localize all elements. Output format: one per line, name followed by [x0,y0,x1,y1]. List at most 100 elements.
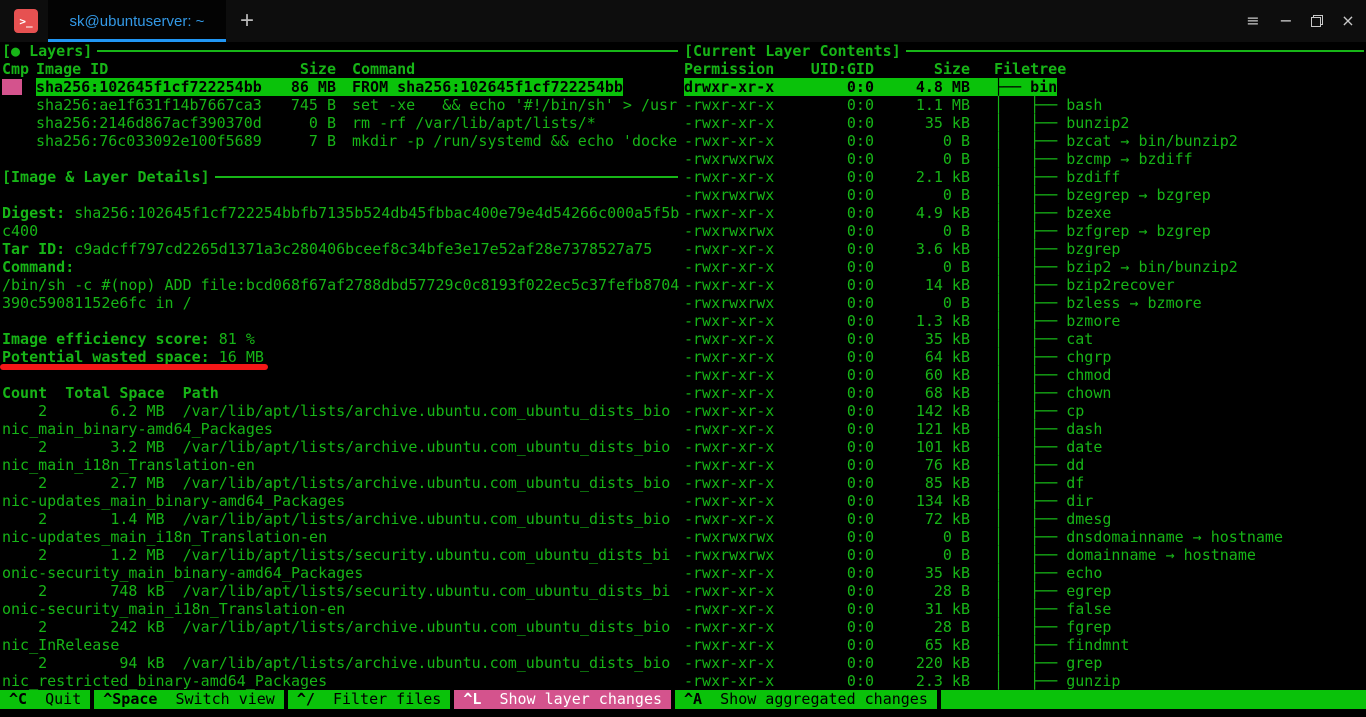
file-tree-entry: │ ├── dd [994,456,1084,474]
file-tree-entry: │ ├── dnsdomainname → hostname [994,528,1283,546]
layer-size: 86 MB [264,78,336,96]
statusbar-item[interactable]: ^A Show aggregated changes [675,690,937,709]
wasted-row[interactable]: 2 1.4 MB /var/lib/apt/lists/archive.ubun… [2,510,680,546]
file-row[interactable]: -rwxr-xr-x0:031 kB│ ├── false [684,600,1111,618]
file-permission: -rwxr-xr-x [684,330,774,348]
file-row[interactable]: -rwxrwxrwx0:00 B│ ├── bzcmp → bzdiff [684,150,1193,168]
file-permission: -rwxr-xr-x [684,510,774,528]
layers-panel-title: [● Layers] [2,42,680,60]
close-icon[interactable]: × [1340,13,1356,29]
file-tree-entry: │ ├── grep [994,654,1102,672]
file-row[interactable]: -rwxr-xr-x0:035 kB│ ├── echo [684,564,1102,582]
file-row[interactable]: -rwxr-xr-x0:02.1 kB│ ├── bzdiff [684,168,1120,186]
restore-icon[interactable] [1311,15,1323,27]
file-size: 28 B [874,582,970,600]
layer-row[interactable]: sha256:ae1f631f14b7667ca3745 Bset -xe &&… [2,96,680,114]
statusbar-item[interactable]: ^L Show layer changes [454,690,671,709]
file-row[interactable]: -rwxr-xr-x0:0142 kB│ ├── cp [684,402,1084,420]
wasted-row[interactable]: 2 748 kB /var/lib/apt/lists/security.ubu… [2,582,680,618]
statusbar-item[interactable]: ^/ Filter files [288,690,451,709]
file-row[interactable]: -rwxr-xr-x0:060 kB│ ├── chmod [684,366,1111,384]
file-row[interactable]: -rwxr-xr-x0:065 kB│ ├── findmnt [684,636,1129,654]
statusbar-filler [941,690,1366,709]
file-tree-entry: │ ├── dir [994,492,1093,510]
minimize-icon[interactable]: − [1278,13,1294,29]
file-tree-entry: │ ├── bash [994,96,1102,114]
file-row[interactable]: -rwxr-xr-x0:01.3 kB│ ├── bzmore [684,312,1120,330]
file-row[interactable]: -rwxr-xr-x0:03.6 kB│ ├── bzgrep [684,240,1120,258]
file-row[interactable]: -rwxr-xr-x0:028 B│ ├── fgrep [684,618,1111,636]
file-size: 31 kB [874,600,970,618]
file-row[interactable]: -rwxr-xr-x0:02.3 kB│ ├── gunzip [684,672,1120,690]
file-row[interactable]: -rwxrwxrwx0:00 B│ ├── bzfgrep → bzgrep [684,222,1211,240]
statusbar: ^C Quit^Space Switch view^/ Filter files… [0,690,1366,709]
file-size: 121 kB [874,420,970,438]
file-row[interactable]: -rwxrwxrwx0:00 B│ ├── bzless → bzmore [684,294,1202,312]
statusbar-label: Quit [27,690,81,708]
statusbar-key: ^/ [297,690,315,708]
file-row[interactable]: -rwxr-xr-x0:0220 kB│ ├── grep [684,654,1102,672]
wasted-row[interactable]: 2 6.2 MB /var/lib/apt/lists/archive.ubun… [2,402,680,438]
terminal-prompt-glyph: >_ [19,16,32,27]
file-permission: -rwxr-xr-x [684,420,774,438]
file-row[interactable]: -rwxr-xr-x0:0121 kB│ ├── dash [684,420,1102,438]
file-row[interactable]: -rwxr-xr-x0:064 kB│ ├── chgrp [684,348,1111,366]
statusbar-key: ^Space [103,690,157,708]
wasted-row[interactable]: 2 2.7 MB /var/lib/apt/lists/archive.ubun… [2,474,680,510]
menu-icon[interactable]: ≡ [1245,13,1261,29]
file-row[interactable]: -rwxr-xr-x0:085 kB│ ├── df [684,474,1084,492]
file-row[interactable]: -rwxr-xr-x0:072 kB│ ├── dmesg [684,510,1111,528]
file-row[interactable]: -rwxr-xr-x0:068 kB│ ├── chown [684,384,1111,402]
file-row[interactable]: -rwxr-xr-x0:076 kB│ ├── dd [684,456,1084,474]
tab-active[interactable]: sk@ubuntuserver: ~ [48,0,226,42]
wasted-row[interactable]: 2 94 kB /var/lib/apt/lists/archive.ubunt… [2,654,680,690]
file-row[interactable]: -rwxrwxrwx0:00 B│ ├── bzegrep → bzgrep [684,186,1211,204]
file-row[interactable]: -rwxrwxrwx0:00 B│ ├── dnsdomainname → ho… [684,528,1283,546]
wasted-row[interactable]: 2 1.2 MB /var/lib/apt/lists/security.ubu… [2,546,680,582]
layer-row-content: sha256:102645f1cf722254bb86 MBFROM sha25… [36,78,623,96]
layer-row[interactable]: sha256:102645f1cf722254bb86 MBFROM sha25… [2,78,680,96]
wasted-row[interactable]: 2 3.2 MB /var/lib/apt/lists/archive.ubun… [2,438,680,474]
file-row[interactable]: -rwxr-xr-x0:035 kB│ ├── cat [684,330,1093,348]
file-permission: -rwxrwxrwx [684,222,774,240]
new-tab-button[interactable]: + [240,9,254,33]
file-tree-entry: │ ├── bzgrep [994,240,1120,258]
file-row[interactable]: -rwxr-xr-x0:0101 kB│ ├── date [684,438,1102,456]
statusbar-item[interactable]: ^Space Switch view [94,690,284,709]
file-row[interactable]: -rwxr-xr-x0:014 kB│ ├── bzip2recover [684,276,1175,294]
layer-row-content: sha256:2146d867acf390370d0 Brm -rf /var/… [36,114,596,132]
statusbar-item[interactable]: ^C Quit [0,690,90,709]
file-permission: -rwxr-xr-x [684,312,774,330]
file-tree-entry: │ ├── findmnt [994,636,1129,654]
cmp-color-block [2,79,22,95]
file-row[interactable]: -rwxr-xr-x0:01.1 MB│ ├── bash [684,96,1102,114]
file-permission: -rwxr-xr-x [684,204,774,222]
wasted-row[interactable]: 2 242 kB /var/lib/apt/lists/archive.ubun… [2,618,680,654]
file-size: 0 B [874,132,970,150]
file-row[interactable]: -rwxr-xr-x0:04.9 kB│ ├── bzexe [684,204,1111,222]
file-size: 1.3 kB [874,312,970,330]
file-row[interactable]: -rwxr-xr-x0:028 B│ ├── egrep [684,582,1111,600]
layer-row[interactable]: sha256:2146d867acf390370d0 Brm -rf /var/… [2,114,680,132]
file-row[interactable]: drwxr-xr-x0:04.8 MB├── bin [684,78,1057,96]
file-uid-gid: 0:0 [774,312,874,330]
file-row[interactable]: -rwxrwxrwx0:00 B│ ├── domainname → hostn… [684,546,1256,564]
file-size: 0 B [874,528,970,546]
file-row[interactable]: -rwxr-xr-x0:00 B│ ├── bzcat → bin/bunzip… [684,132,1238,150]
file-uid-gid: 0:0 [774,366,874,384]
file-permission: -rwxr-xr-x [684,672,774,690]
file-size: 0 B [874,258,970,276]
file-row[interactable]: -rwxr-xr-x0:00 B│ ├── bzip2 → bin/bunzip… [684,258,1238,276]
file-tree-entry: │ ├── bzfgrep → bzgrep [994,222,1211,240]
file-uid-gid: 0:0 [774,528,874,546]
horizontal-rule [97,50,678,60]
file-size: 220 kB [874,654,970,672]
file-tree-entry: │ ├── chown [994,384,1111,402]
file-row[interactable]: -rwxr-xr-x0:035 kB│ ├── bunzip2 [684,114,1129,132]
file-permission: -rwxr-xr-x [684,456,774,474]
file-row[interactable]: -rwxr-xr-x0:0134 kB│ ├── dir [684,492,1093,510]
details-panel-title: [Image & Layer Details] [2,168,680,186]
file-uid-gid: 0:0 [774,240,874,258]
file-permission: -rwxr-xr-x [684,438,774,456]
layer-row[interactable]: sha256:76c033092e100f56897 Bmkdir -p /ru… [2,132,680,150]
